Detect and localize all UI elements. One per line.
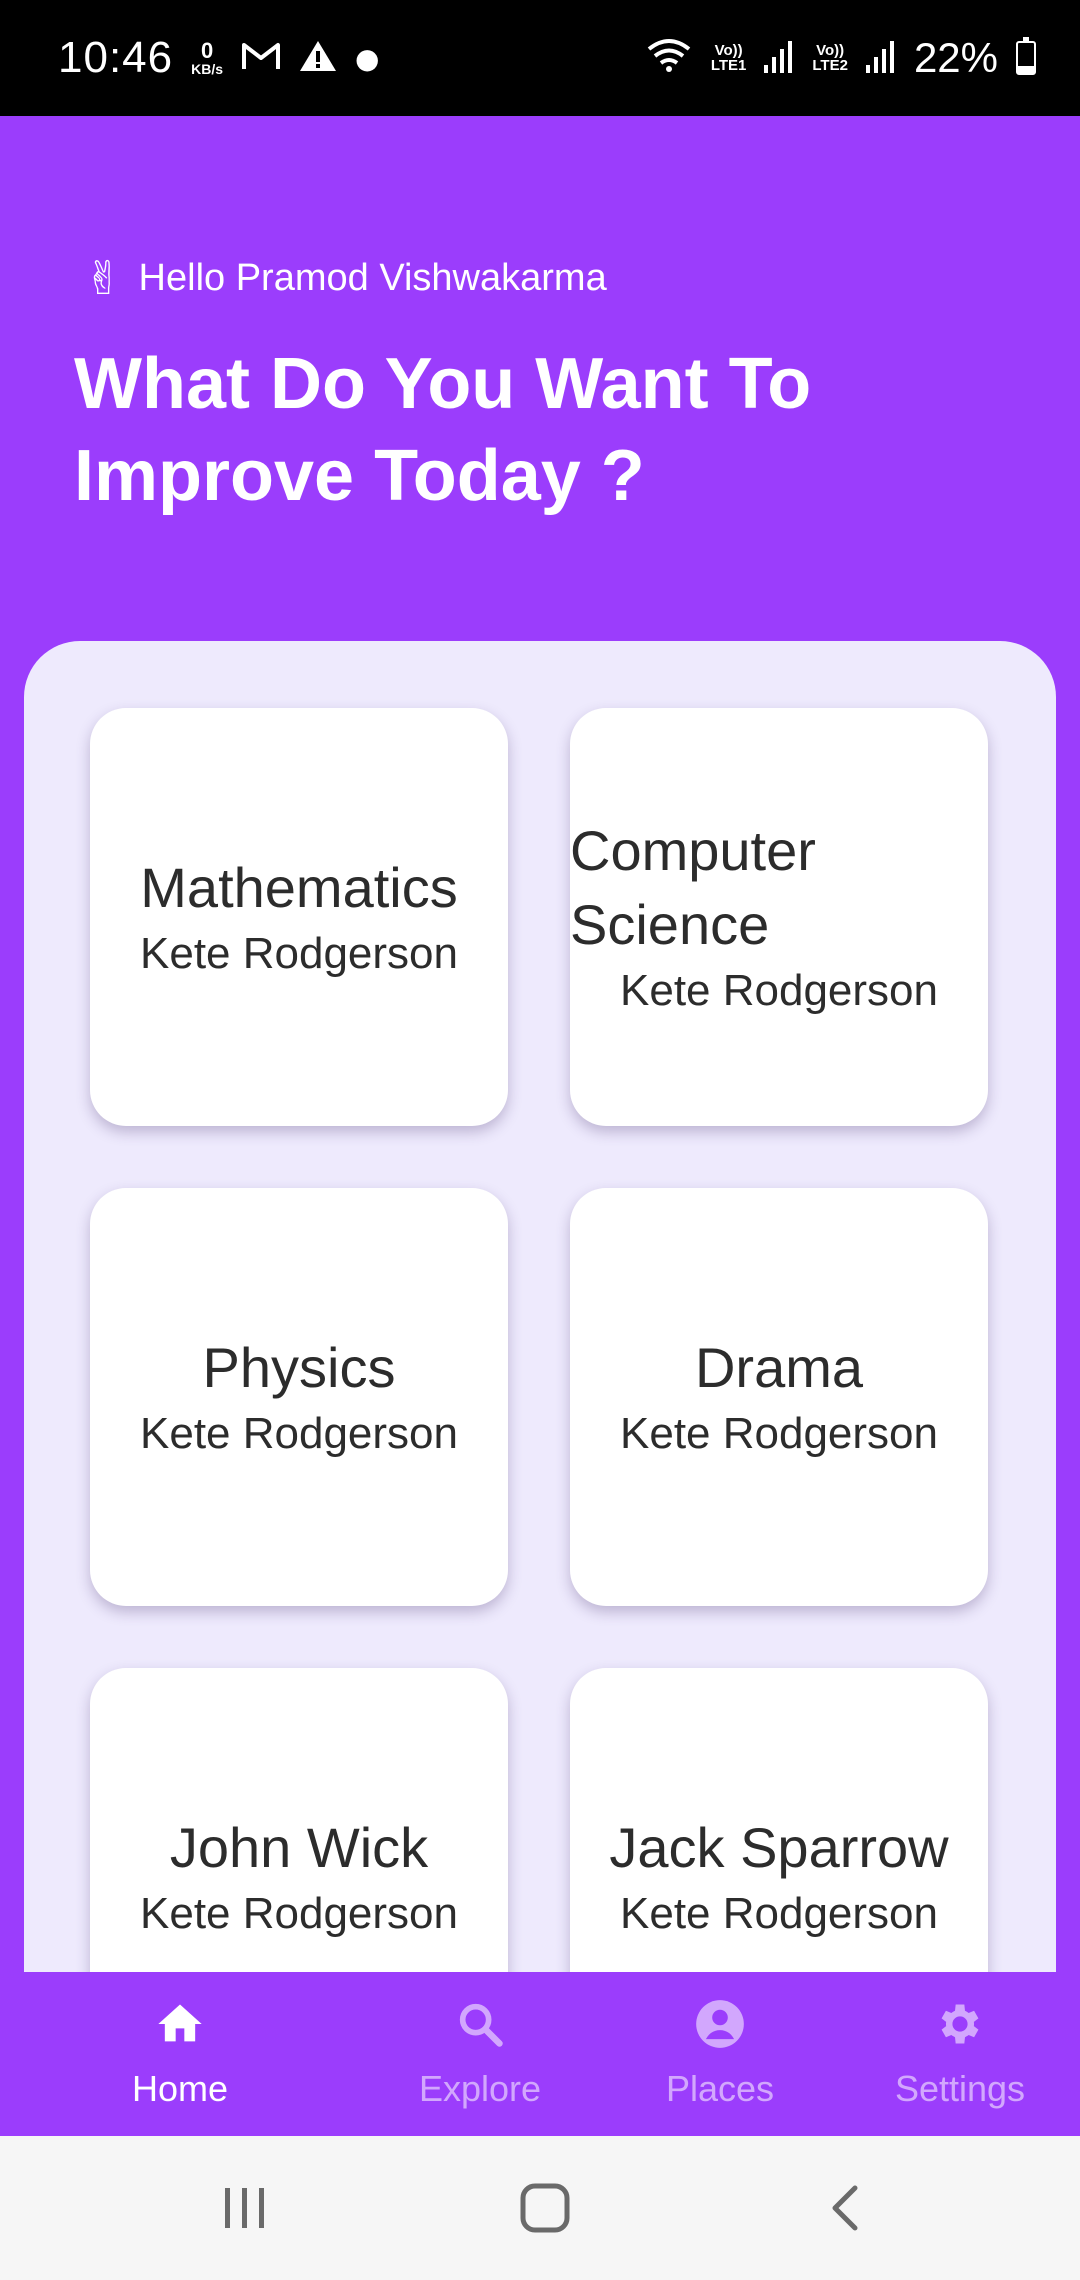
course-teacher: Kete Rodgerson bbox=[140, 1889, 458, 1938]
nav-item-label: Settings bbox=[894, 2068, 1026, 2109]
greeting-text: Hello Pramod Vishwakarma bbox=[138, 256, 607, 299]
system-nav-bar bbox=[0, 2136, 1080, 2280]
warning-icon bbox=[299, 39, 337, 77]
nav-item-places[interactable]: Places bbox=[620, 1972, 820, 2136]
home-outline-icon bbox=[520, 2183, 570, 2233]
battery-fill bbox=[1018, 66, 1034, 73]
status-left: 10:46 0 KB/s ● bbox=[58, 33, 379, 83]
wifi-icon bbox=[645, 37, 693, 79]
gear-icon bbox=[941, 2004, 979, 2044]
course-teacher: Kete Rodgerson bbox=[620, 1409, 938, 1458]
account-icon bbox=[696, 2000, 744, 2048]
nav-item-settings[interactable]: Settings bbox=[860, 1972, 1060, 2136]
course-teacher: Kete Rodgerson bbox=[140, 929, 458, 978]
status-time: 10:46 bbox=[58, 33, 174, 82]
recent-apps-icon bbox=[225, 2188, 264, 2228]
recent-apps-button[interactable] bbox=[200, 2136, 290, 2280]
course-subject: John Wick bbox=[169, 1816, 429, 1879]
nav-item-label: Home bbox=[131, 2068, 229, 2109]
gmail-icon bbox=[241, 40, 281, 76]
course-subject: Physics bbox=[202, 1336, 396, 1399]
status-right: Vo)) LTE1 Vo)) LTE2 22% bbox=[645, 34, 1036, 82]
victory-hand-icon: ✌ bbox=[84, 251, 123, 305]
course-card[interactable]: Mathematics Kete Rodgerson bbox=[90, 708, 508, 1126]
course-teacher: Kete Rodgerson bbox=[620, 1889, 938, 1938]
battery-percent: 22% bbox=[913, 34, 998, 81]
nav-item-explore[interactable]: Explore bbox=[380, 1972, 580, 2136]
nav-item-home[interactable]: Home bbox=[80, 1972, 280, 2136]
status-bar: 10:46 0 KB/s ● Vo)) LTE1 Vo)) LTE2 22% bbox=[0, 0, 1080, 116]
signal-icon bbox=[865, 39, 896, 77]
course-subject: Mathematics bbox=[140, 856, 458, 919]
header: ✌ Hello Pramod Vishwakarma What Do You W… bbox=[0, 116, 1080, 656]
notification-dot-icon: ● bbox=[355, 41, 380, 75]
nav-item-label: Explore bbox=[418, 2068, 542, 2109]
course-card[interactable]: Computer Science Kete Rodgerson bbox=[570, 708, 988, 1126]
course-subject: Computer Science bbox=[570, 819, 816, 956]
bottom-nav: Home Explore Places Settings bbox=[0, 1972, 1080, 2136]
course-teacher: Kete Rodgerson bbox=[140, 1409, 458, 1458]
network-lte2: Vo)) LTE2 bbox=[812, 43, 848, 73]
network-speed-value: 0 bbox=[200, 38, 214, 63]
signal-icon bbox=[764, 39, 794, 77]
course-teacher: Kete Rodgerson bbox=[620, 966, 938, 1015]
network-lte1-vo: Vo)) bbox=[714, 42, 743, 59]
page-title: What Do You Want To Improve Today ? bbox=[74, 338, 974, 522]
network-speed: 0 KB/s bbox=[191, 38, 224, 77]
course-panel[interactable]: Mathematics Kete Rodgerson Computer Scie… bbox=[24, 641, 1056, 2041]
course-subject: Jack Sparrow bbox=[609, 1816, 949, 1879]
network-speed-unit: KB/s bbox=[191, 61, 224, 77]
network-lte2-label: LTE2 bbox=[812, 57, 848, 74]
back-button[interactable] bbox=[800, 2136, 890, 2280]
page-title-line1: What Do You Want To bbox=[74, 344, 812, 424]
course-subject: Drama bbox=[694, 1336, 864, 1399]
network-lte1: Vo)) LTE1 bbox=[711, 43, 747, 73]
greeting: ✌ Hello Pramod Vishwakarma bbox=[84, 251, 607, 305]
network-lte2-vo: Vo)) bbox=[816, 42, 845, 59]
home-icon bbox=[158, 2004, 202, 2042]
page-title-line2: Improve Today ? bbox=[74, 436, 645, 516]
network-lte1-label: LTE1 bbox=[710, 57, 747, 74]
back-arrow-icon bbox=[832, 2185, 858, 2231]
home-system-button[interactable] bbox=[500, 2136, 590, 2280]
battery-icon bbox=[1016, 37, 1036, 75]
nav-item-label: Places bbox=[665, 2068, 775, 2109]
course-card[interactable]: Drama Kete Rodgerson bbox=[570, 1188, 988, 1606]
course-card[interactable]: Physics Kete Rodgerson bbox=[90, 1188, 508, 1606]
search-icon bbox=[459, 2003, 503, 2047]
